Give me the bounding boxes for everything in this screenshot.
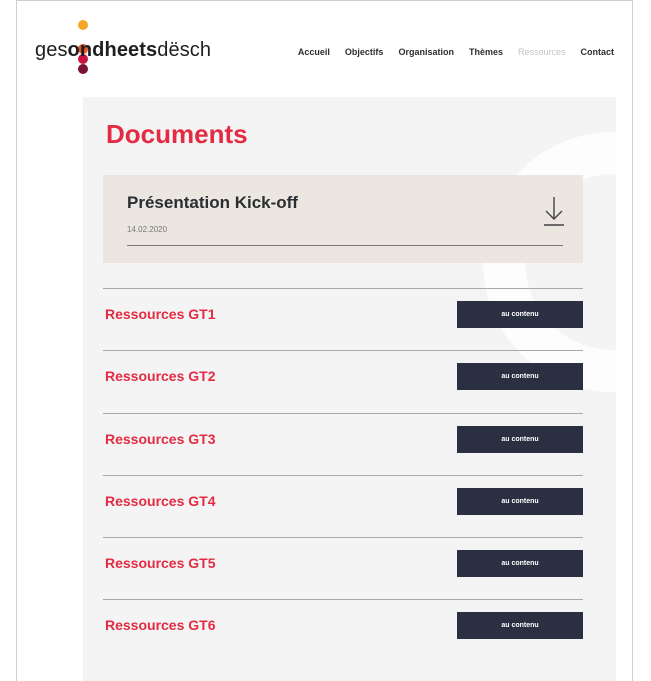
resource-row: Ressources GT2 au contenu (103, 350, 583, 413)
nav-item-objectifs[interactable]: Objectifs (345, 47, 384, 57)
logo-text-prefix: ges (35, 39, 68, 61)
au-contenu-button[interactable]: au contenu (457, 301, 583, 328)
kickoff-title: Présentation Kick-off (127, 193, 298, 212)
main-content: Documents Présentation Kick-off 14.02.20… (83, 97, 616, 681)
resource-label[interactable]: Ressources GT3 (105, 431, 216, 447)
logo-wordmark: gesondheetsdësch (35, 39, 211, 62)
nav-item-ressources[interactable]: Ressources (518, 47, 566, 57)
resource-label[interactable]: Ressources GT5 (105, 555, 216, 571)
resource-label[interactable]: Ressources GT1 (105, 306, 216, 322)
au-contenu-button[interactable]: au contenu (457, 363, 583, 390)
resource-row: Ressources GT6 au contenu (103, 599, 583, 662)
nav-item-organisation[interactable]: Organisation (398, 47, 454, 57)
resource-label[interactable]: Ressources GT2 (105, 368, 216, 384)
au-contenu-button[interactable]: au contenu (457, 488, 583, 515)
au-contenu-button[interactable]: au contenu (457, 550, 583, 577)
site-logo[interactable]: gesondheetsdësch (35, 19, 235, 91)
download-arrow-icon[interactable] (543, 195, 565, 227)
resource-row: Ressources GT4 au contenu (103, 475, 583, 538)
au-contenu-button[interactable]: au contenu (457, 426, 583, 453)
main-nav: Accueil Objectifs Organisation Thèmes Re… (298, 47, 614, 57)
logo-text-suffix: dësch (157, 39, 212, 61)
resource-row: Ressources GT1 au contenu (103, 288, 583, 351)
au-contenu-button[interactable]: au contenu (457, 612, 583, 639)
resource-label[interactable]: Ressources GT6 (105, 617, 216, 633)
logo-text-bold: ondheets (67, 39, 158, 61)
resource-row: Ressources GT5 au contenu (103, 537, 583, 600)
logo-dot-4 (78, 64, 88, 74)
resource-label[interactable]: Ressources GT4 (105, 493, 216, 509)
kickoff-divider (127, 245, 563, 246)
nav-item-accueil[interactable]: Accueil (298, 47, 330, 57)
nav-item-themes[interactable]: Thèmes (469, 47, 503, 57)
page-title: Documents (106, 119, 248, 149)
resource-row: Ressources GT3 au contenu (103, 413, 583, 476)
kickoff-document-card[interactable]: Présentation Kick-off 14.02.2020 (103, 175, 583, 263)
nav-item-contact[interactable]: Contact (581, 47, 615, 57)
kickoff-date: 14.02.2020 (127, 225, 168, 234)
logo-dot-1 (78, 20, 88, 30)
